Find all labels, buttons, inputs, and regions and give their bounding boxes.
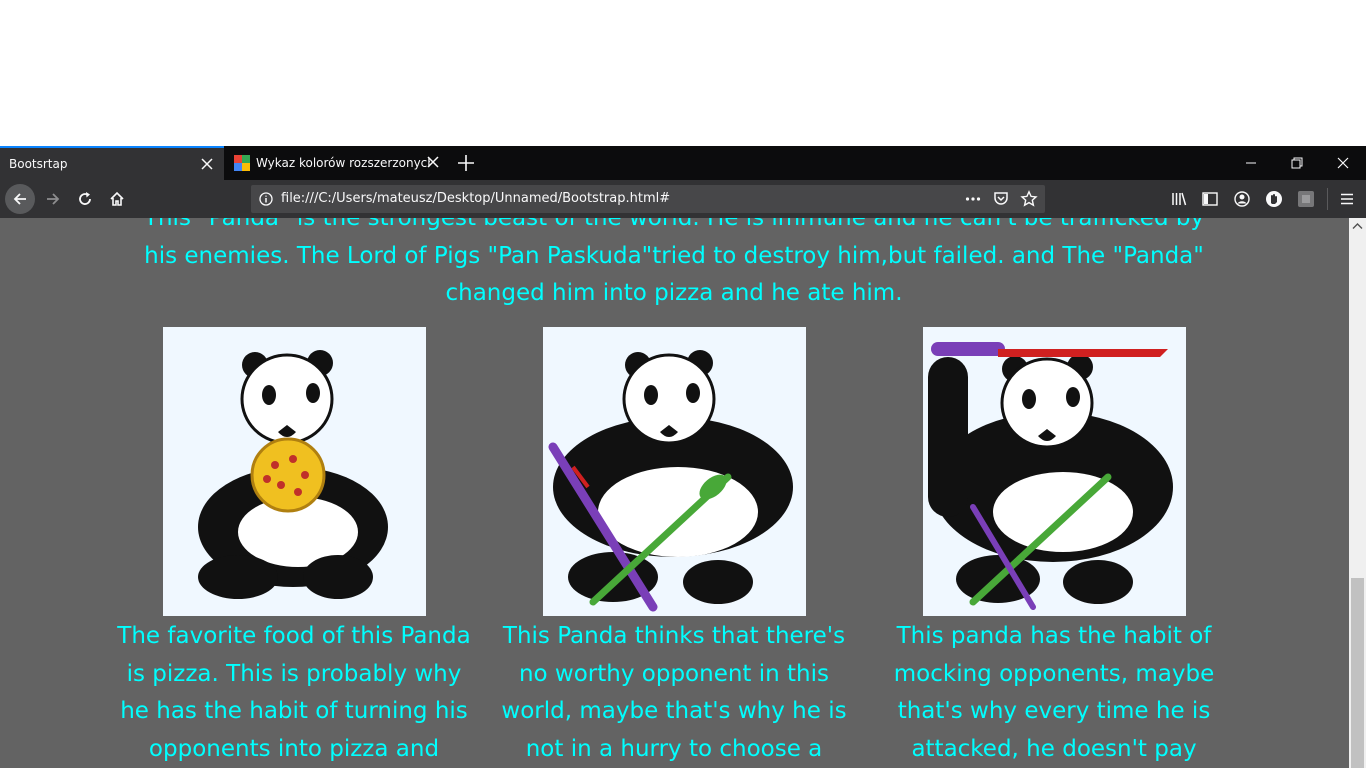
- forward-icon: [47, 193, 60, 205]
- reload-button[interactable]: [71, 185, 99, 213]
- menu-icon[interactable]: [1338, 190, 1356, 208]
- more-icon[interactable]: [964, 190, 982, 208]
- favicon-icon: [234, 155, 250, 171]
- url-bar[interactable]: file:///C:/Users/mateusz/Desktop/Unnamed…: [251, 185, 1045, 213]
- pocket-icon[interactable]: [992, 190, 1010, 208]
- back-icon: [13, 193, 26, 205]
- close-icon[interactable]: [426, 155, 440, 169]
- card-caption: The favorite food of this Panda is pizza…: [117, 623, 471, 762]
- sidebar-icon[interactable]: [1201, 190, 1219, 208]
- panda-mocking-image: [922, 327, 1186, 616]
- extension-icon[interactable]: [1265, 190, 1283, 208]
- nav-bar: file:///C:/Users/mateusz/Desktop/Unnamed…: [0, 180, 1366, 218]
- panda-pizza-image: [162, 327, 426, 616]
- panda-card-swords: This Panda thinks that there's no worthy…: [484, 327, 864, 768]
- tab-label: Bootsrtap: [9, 157, 68, 171]
- reload-icon: [79, 192, 91, 205]
- page-content: This "Panda" is the strongest beast of t…: [0, 218, 1349, 768]
- info-icon[interactable]: [259, 192, 273, 206]
- star-icon[interactable]: [1020, 190, 1038, 208]
- library-icon[interactable]: [1170, 190, 1188, 208]
- desktop-area: [0, 0, 1366, 146]
- forward-button[interactable]: [39, 185, 67, 213]
- account-icon[interactable]: [1233, 190, 1251, 208]
- url-text[interactable]: file:///C:/Users/mateusz/Desktop/Unnamed…: [281, 191, 670, 206]
- card-caption: This panda has the habit of mocking oppo…: [893, 623, 1215, 762]
- restore-icon[interactable]: [1286, 152, 1308, 174]
- scroll-up-icon[interactable]: [1352, 222, 1363, 230]
- tab-label: Wykaz kolorów rozszerzonych -: [256, 156, 430, 170]
- extension-icon[interactable]: [1297, 190, 1315, 208]
- panda-card-pizza: The favorite food of this Panda is pizza…: [104, 327, 484, 768]
- panda-card-mocking: This panda has the habit of mocking oppo…: [864, 327, 1244, 768]
- scrollbar-thumb[interactable]: [1351, 578, 1364, 768]
- toolbar-divider: [1327, 188, 1328, 210]
- plus-icon[interactable]: [455, 152, 477, 174]
- home-icon: [110, 191, 124, 206]
- tab-bootstrap[interactable]: Bootsrtap: [0, 146, 224, 180]
- panda-swords-image: [542, 327, 806, 616]
- close-window-icon[interactable]: [1332, 152, 1354, 174]
- home-button[interactable]: [103, 185, 131, 213]
- intro-text: This "Panda" is the strongest beast of t…: [143, 218, 1205, 306]
- vertical-scrollbar[interactable]: [1349, 218, 1366, 768]
- tab-colors[interactable]: Wykaz kolorów rozszerzonych -: [224, 146, 450, 180]
- tab-strip: Bootsrtap Wykaz kolorów rozszerzonych -: [0, 146, 1366, 180]
- card-caption: This Panda thinks that there's no worthy…: [501, 623, 847, 762]
- back-button[interactable]: [5, 184, 35, 214]
- minimize-icon[interactable]: [1240, 152, 1262, 174]
- close-icon[interactable]: [200, 157, 214, 171]
